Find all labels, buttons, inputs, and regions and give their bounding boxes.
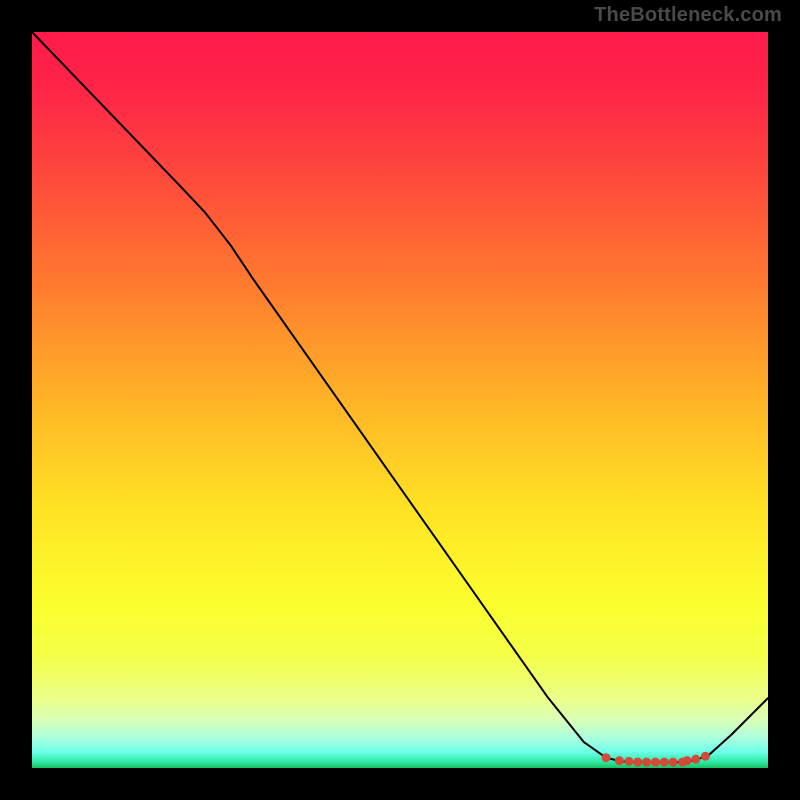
marker-dot [660, 758, 669, 767]
watermark-text: TheBottleneck.com [594, 4, 782, 27]
chart-container: TheBottleneck.com [0, 0, 800, 800]
gradient-background [32, 32, 768, 768]
marker-dot [633, 758, 642, 767]
marker-dot [669, 758, 678, 767]
marker-dot [701, 752, 710, 761]
marker-dot [602, 753, 611, 762]
marker-dot [642, 758, 651, 767]
marker-dot [691, 755, 700, 764]
marker-dot [651, 758, 660, 767]
marker-dot [683, 756, 692, 765]
plot-svg [32, 32, 768, 768]
plot-frame [32, 32, 768, 768]
marker-dot [624, 757, 633, 766]
marker-dot [615, 756, 624, 765]
